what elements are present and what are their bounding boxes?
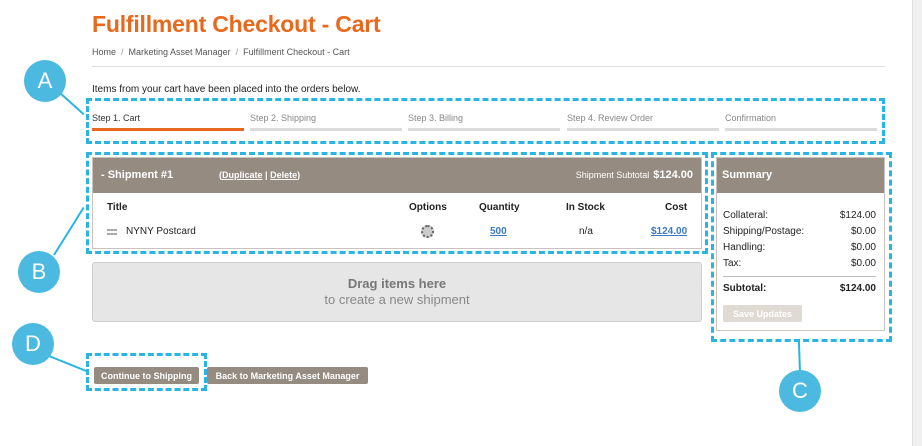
callout-marker-c: C [779,370,821,412]
new-shipment-dropzone[interactable]: Drag items here to create a new shipment [92,262,702,322]
callout-box-d [86,353,207,391]
callout-line-a [59,92,85,116]
callout-marker-b: B [18,251,60,293]
breadcrumb-marketing-asset-manager[interactable]: Marketing Asset Manager [129,47,231,57]
header-divider [92,66,885,67]
dropzone-title: Drag items here [347,276,447,291]
callout-box-b [86,152,708,254]
callout-line-c [797,338,801,374]
breadcrumb-current: Fulfillment Checkout - Cart [243,47,350,57]
scrollbar-track[interactable] [912,0,922,446]
breadcrumb-home[interactable]: Home [92,47,116,57]
intro-text: Items from your cart have been placed in… [92,84,361,95]
page-title: Fulfillment Checkout - Cart [92,11,381,37]
callout-line-b [53,206,85,256]
callout-line-d [48,355,87,372]
callout-box-a [86,98,885,144]
callout-marker-a: A [24,60,66,102]
callout-marker-d: D [12,323,54,365]
callout-box-c [711,152,892,342]
dropzone-subtitle: to create a new shipment [324,292,470,307]
breadcrumb: Home / Marketing Asset Manager / Fulfill… [92,47,350,57]
breadcrumb-separator: / [121,47,124,57]
back-to-marketing-asset-manager-button[interactable]: Back to Marketing Asset Manager [207,367,368,384]
breadcrumb-separator: / [235,47,239,57]
